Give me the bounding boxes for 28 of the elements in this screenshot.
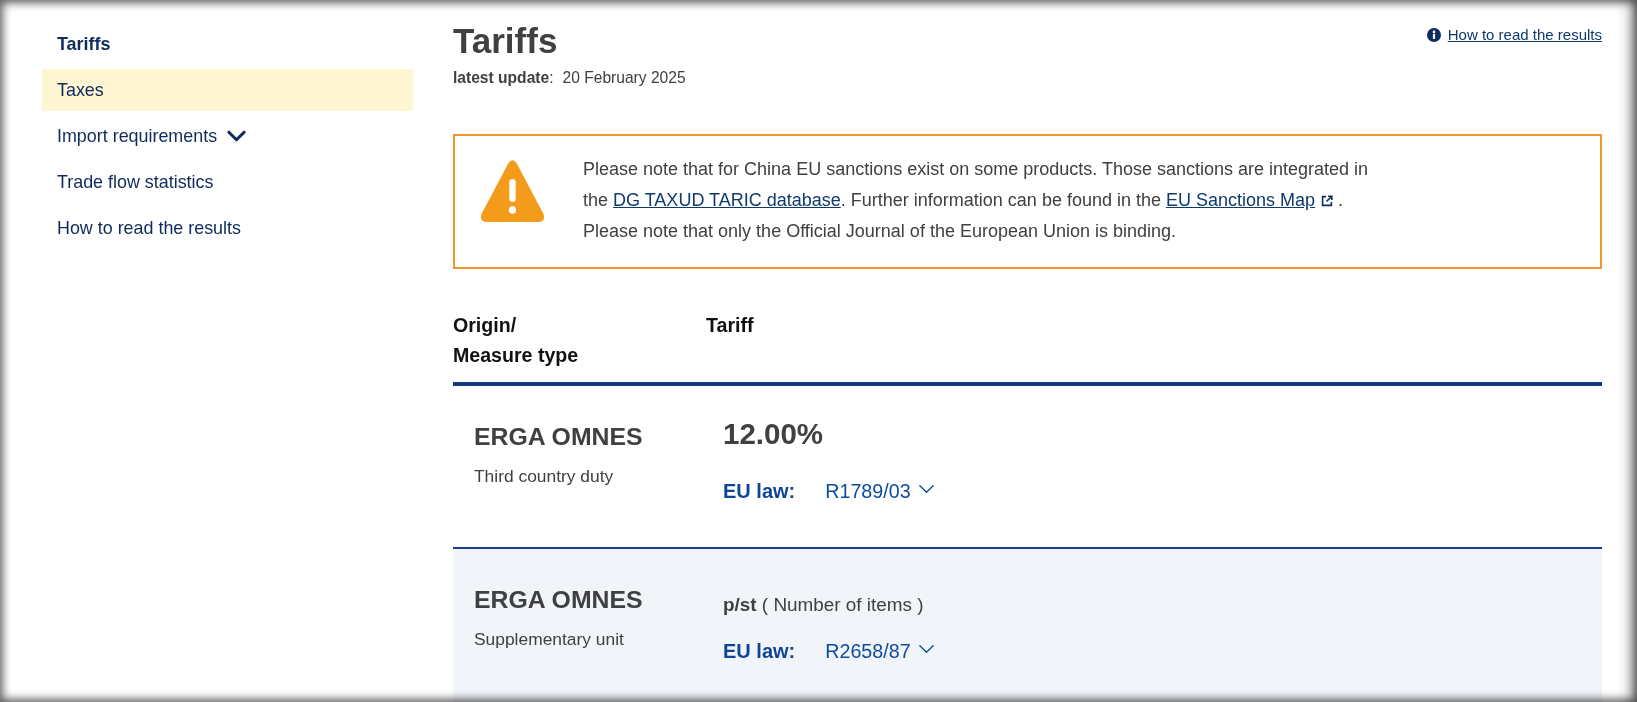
law-label: EU law: <box>723 479 796 503</box>
help-link[interactable]: How to read the results <box>1426 26 1602 44</box>
column-header: Origin/ Measure type <box>453 313 580 368</box>
notice-text: Please note that for China EU sanctions exist on some products. Those sanctions are integrated in the DG TAXUD TARIC database. Further information can be found in the EU Sanctions Map . <box>583 158 1370 212</box>
notice-text: Please note that only the Official Journal of the European Union is binding. <box>583 220 1178 243</box>
tariff-rate: 12.00% <box>723 418 825 450</box>
sidebar-item[interactable]: Trade flow statistics <box>42 161 413 203</box>
law-label: EU law: <box>723 639 796 663</box>
sidebar-item[interactable]: Tariffs <box>42 23 413 65</box>
sidebar-item[interactable]: Taxes <box>42 69 413 111</box>
measure-type: Supplementary unit <box>474 629 625 649</box>
unit-text: p/st ( Number of items ) <box>723 593 925 617</box>
warning-icon <box>480 159 545 222</box>
external-link-icon <box>1321 195 1334 207</box>
page-title: Tariffs <box>453 22 558 60</box>
regulation-button[interactable]: R1789/03 <box>825 479 935 503</box>
origin-name: ERGA OMNES <box>474 423 644 451</box>
info-icon <box>1426 28 1441 42</box>
sidebar-item[interactable]: Import requirements <box>42 115 413 157</box>
regulation-button[interactable]: R2658/87 <box>825 639 935 663</box>
text-link[interactable]: DG TAXUD TARIC database <box>613 190 841 210</box>
column-header: Tariff <box>706 313 754 338</box>
text-link[interactable]: EU Sanctions Map <box>1166 190 1334 210</box>
update-label: latest update: <box>453 68 554 88</box>
update-date: 20 February 2025 <box>562 68 686 88</box>
measure-type: Third country duty <box>474 466 615 486</box>
origin-name: ERGA OMNES <box>474 586 644 614</box>
sidebar-item[interactable]: How to read the results <box>42 207 413 249</box>
